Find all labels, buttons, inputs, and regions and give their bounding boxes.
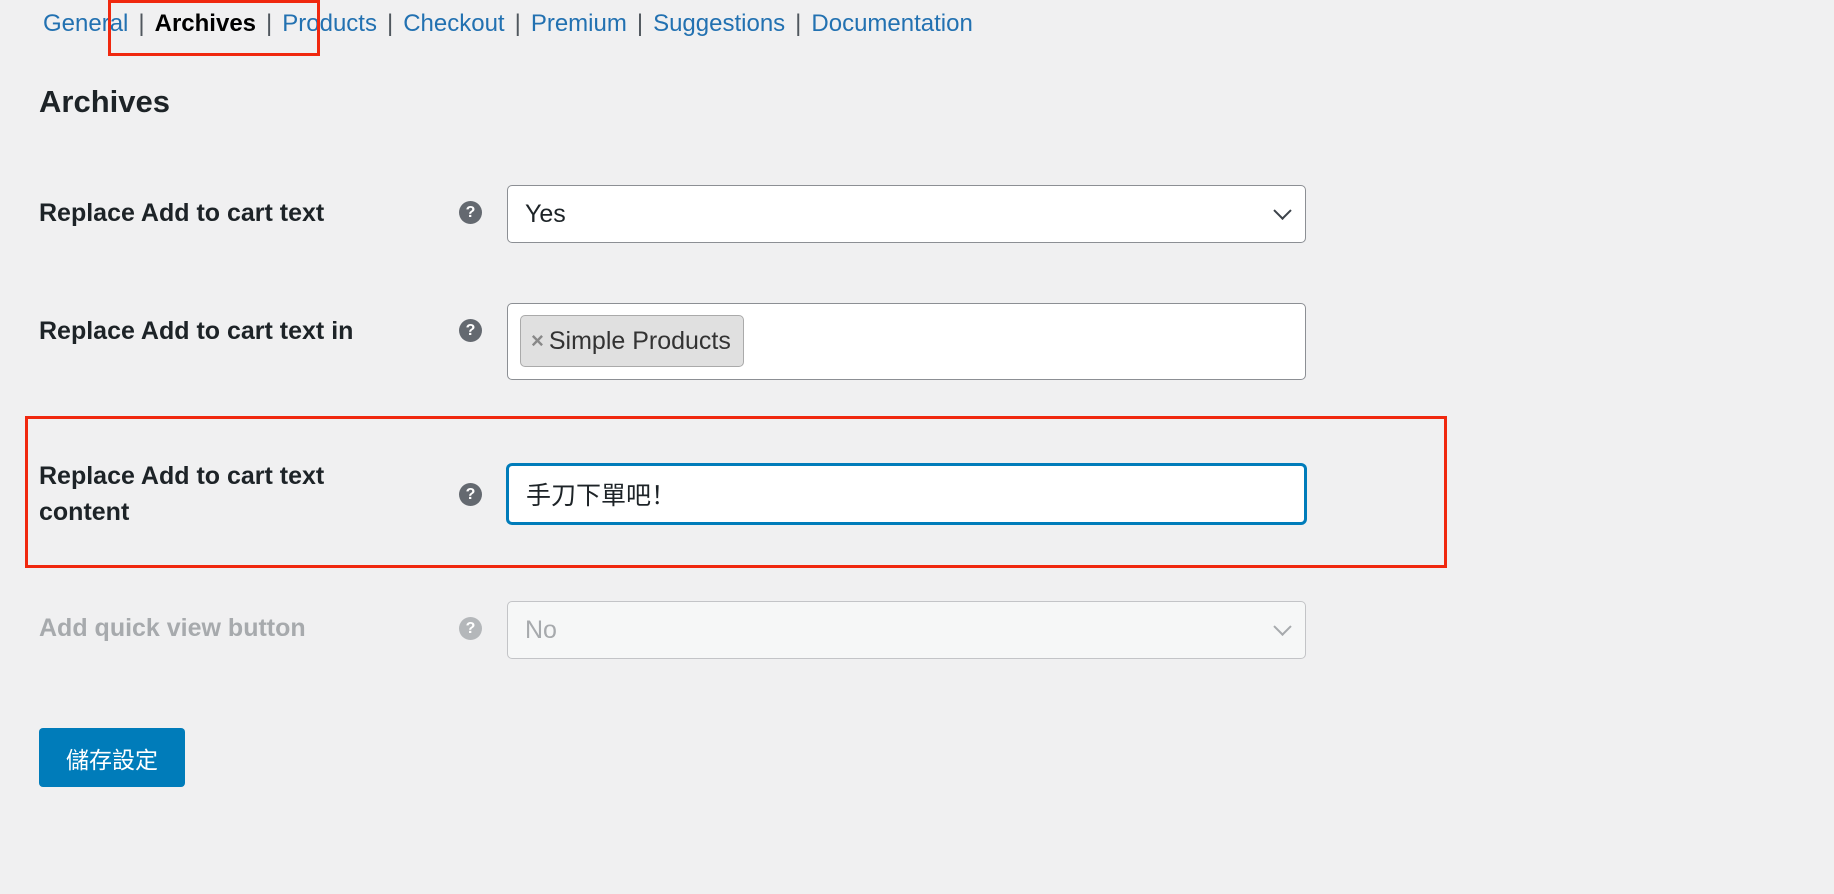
replace-text-label: Replace Add to cart text <box>39 199 325 227</box>
replace-text-select[interactable]: Yes <box>507 185 1306 243</box>
replace-text-in-multiselect[interactable]: × Simple Products <box>507 303 1306 380</box>
separator: | <box>386 10 394 37</box>
help-icon[interactable]: ? <box>459 319 482 342</box>
tab-checkout[interactable]: Checkout <box>403 10 504 37</box>
select-value: Yes <box>525 199 566 228</box>
tag-simple-products: × Simple Products <box>520 315 744 367</box>
separator: | <box>795 10 802 37</box>
settings-tabs: General | Archives | Products | Checkout | Premi… <box>43 10 973 38</box>
chevron-down-icon <box>1273 617 1292 636</box>
remove-tag-icon[interactable]: × <box>531 328 544 354</box>
separator: | <box>266 10 273 37</box>
help-icon[interactable]: ? <box>459 617 482 640</box>
tab-products[interactable]: Products <box>282 10 377 37</box>
separator: | <box>636 10 644 37</box>
select-value: No <box>525 615 557 644</box>
page-title: Archives <box>39 84 170 119</box>
input-value: 手刀下單吧！ <box>526 482 677 510</box>
replace-text-content-label: Replace Add to cart text content <box>39 462 325 526</box>
separator: | <box>514 10 521 37</box>
tab-archives[interactable]: Archives <box>155 10 256 37</box>
chevron-down-icon <box>1273 201 1292 220</box>
separator: | <box>138 10 145 37</box>
tag-label: Simple Products <box>548 326 731 355</box>
replace-text-in-label: Replace Add to cart text in <box>39 317 354 345</box>
quick-view-select[interactable]: No <box>507 601 1306 659</box>
tab-suggestions[interactable]: Suggestions <box>653 10 785 37</box>
tab-documentation[interactable]: Documentation <box>811 10 972 37</box>
help-icon[interactable]: ? <box>459 483 482 506</box>
help-icon[interactable]: ? <box>459 201 482 224</box>
quick-view-label: Add quick view button <box>39 614 306 642</box>
save-settings-button[interactable]: 儲存設定 <box>39 728 185 787</box>
replace-text-content-input[interactable]: 手刀下單吧！ <box>507 464 1306 524</box>
tab-premium[interactable]: Premium <box>531 10 627 37</box>
tab-general[interactable]: General <box>43 10 128 37</box>
